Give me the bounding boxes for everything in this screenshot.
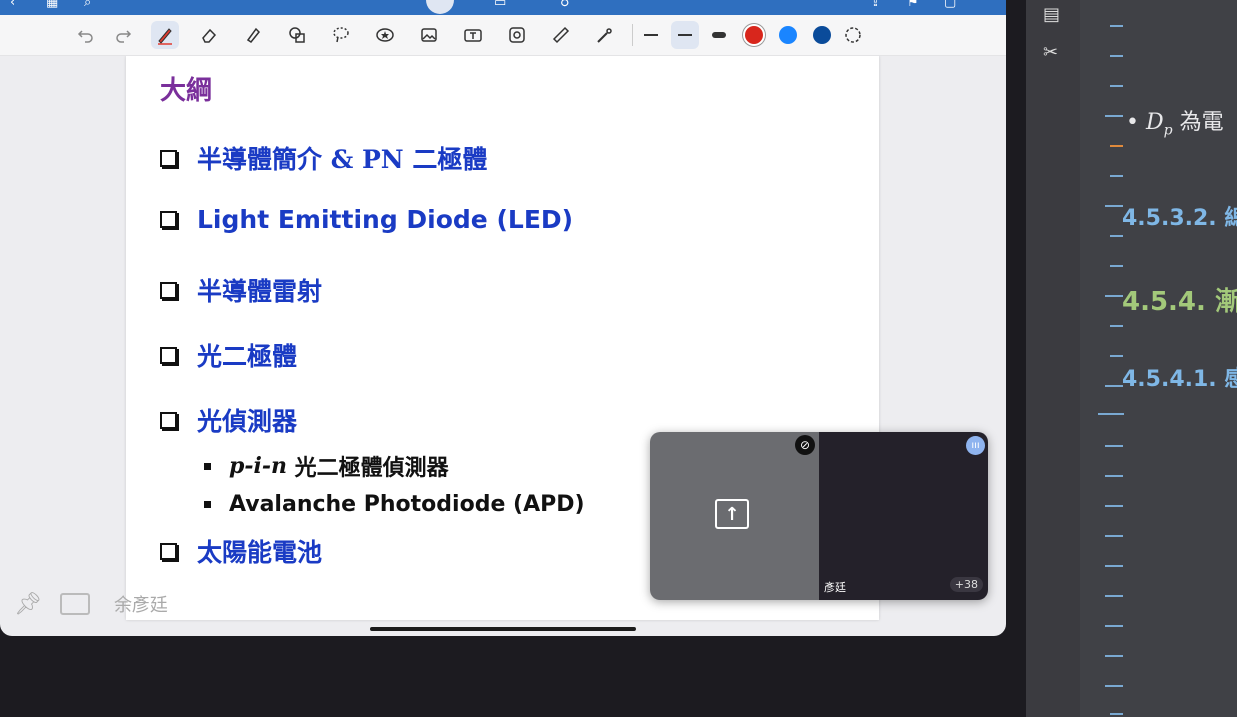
slide-title: 大綱 bbox=[160, 76, 213, 106]
export-icon[interactable]: ▢ bbox=[944, 0, 956, 10]
square-bullet-icon bbox=[204, 501, 211, 508]
undo-icon[interactable] bbox=[72, 21, 100, 49]
search-icon[interactable]: ⌕ bbox=[84, 0, 91, 10]
microphone-icon[interactable]: ♁ bbox=[560, 0, 570, 10]
math-variable: D bbox=[1145, 110, 1164, 135]
user-avatar-icon[interactable] bbox=[426, 0, 454, 14]
highlighter-icon[interactable] bbox=[239, 21, 267, 49]
eraser-icon[interactable] bbox=[195, 21, 223, 49]
checkbox-bullet-icon bbox=[160, 346, 177, 364]
outline-heading[interactable]: 4.5.3.2. 總 bbox=[1122, 200, 1237, 232]
redo-icon[interactable] bbox=[109, 21, 137, 49]
outline-heading[interactable]: 4.5.4.1. 感 bbox=[1122, 361, 1237, 393]
checkbox-bullet-icon bbox=[160, 542, 177, 560]
video-call-overlay[interactable]: ↑ ııı 彥廷 +38 ⊘ bbox=[650, 432, 988, 600]
textbox-icon[interactable] bbox=[459, 21, 487, 49]
stroke-medium-option[interactable] bbox=[671, 21, 699, 49]
audio-level-icon: ııı bbox=[966, 436, 985, 455]
screen-share-icon[interactable] bbox=[59, 593, 90, 615]
author-name: 余彥廷 bbox=[113, 595, 168, 616]
side-toolbar: ▤ ✂ bbox=[1026, 0, 1080, 717]
bullet-text: 半導體雷射 bbox=[197, 277, 323, 306]
ruler-icon[interactable] bbox=[547, 21, 575, 49]
slide-footer: 📌︎ 余彥廷 bbox=[14, 591, 168, 617]
scan-icon[interactable] bbox=[503, 21, 531, 49]
drawing-toolbar bbox=[0, 15, 1006, 56]
participant-tile[interactable]: ııı 彥廷 +38 bbox=[819, 432, 988, 600]
sub-bullet-italic: p-i-n bbox=[229, 453, 287, 479]
bullet-text: 太陽能電池 bbox=[197, 538, 323, 567]
share-screen-icon[interactable]: ↑ bbox=[715, 499, 749, 529]
color-swatch-red[interactable] bbox=[745, 26, 763, 44]
color-picker-icon[interactable] bbox=[839, 21, 867, 49]
document-icon[interactable]: ▭ bbox=[494, 0, 506, 10]
square-bullet-icon bbox=[204, 462, 211, 470]
pin-icon[interactable]: 📌︎ bbox=[14, 592, 42, 617]
sub-bullet-item: Avalanche Photodiode (APD) bbox=[204, 492, 585, 517]
outline-panel: • Dp 為電 4.5.3.2. 總 4.5.4. 漸 4.5.4.1. 感 bbox=[1080, 0, 1237, 717]
participant-name: 彥廷 bbox=[824, 581, 846, 594]
shapes-icon[interactable] bbox=[283, 21, 311, 49]
bullet-item: 光二極體 bbox=[160, 337, 297, 373]
laser-icon[interactable] bbox=[591, 21, 619, 49]
color-swatch-navy[interactable] bbox=[813, 26, 831, 44]
sub-bullet-item: p-i-n 光二極體偵測器 bbox=[204, 450, 449, 482]
color-swatch-blue[interactable] bbox=[779, 26, 797, 44]
toolbar-divider bbox=[632, 24, 633, 46]
pen-icon[interactable] bbox=[151, 21, 179, 49]
checkbox-bullet-icon bbox=[160, 149, 177, 167]
sub-bullet-text: Avalanche Photodiode (APD) bbox=[229, 492, 585, 517]
bookmark-icon[interactable]: ⚑ bbox=[907, 0, 919, 10]
participant-count-badge[interactable]: +38 bbox=[949, 577, 983, 592]
bullet-item: 光偵測器 bbox=[160, 402, 297, 438]
mic-muted-icon: ⊘ bbox=[795, 435, 815, 455]
sub-bullet-text: 光二極體偵測器 bbox=[287, 455, 449, 481]
bullet-item: 太陽能電池 bbox=[160, 533, 322, 569]
bullet-text: Light Emitting Diode (LED) bbox=[197, 205, 574, 234]
bullet-item: 半導體簡介 & PN 二極體 bbox=[160, 140, 487, 176]
outline-bullet-text: 為電 bbox=[1179, 110, 1224, 135]
grid-icon[interactable]: ▦ bbox=[46, 0, 58, 10]
bullet-dot-icon: • bbox=[1126, 110, 1139, 135]
add-tab-icon[interactable]: ▤ bbox=[1043, 4, 1060, 25]
bullet-item: 半導體雷射 bbox=[160, 272, 322, 308]
sticker-icon[interactable] bbox=[371, 21, 399, 49]
checkbox-bullet-icon bbox=[160, 211, 177, 228]
app-top-bar: ‹ ▦ ⌕ ▭ ♁ ⇪ ⚑ ▢ bbox=[0, 0, 1006, 15]
lasso-icon[interactable] bbox=[327, 21, 355, 49]
home-indicator[interactable] bbox=[370, 627, 636, 631]
math-subscript: p bbox=[1163, 122, 1173, 139]
bullet-text: 半導體簡介 & PN 二極體 bbox=[197, 145, 488, 174]
image-icon[interactable] bbox=[415, 21, 443, 49]
share-icon[interactable]: ⇪ bbox=[870, 0, 881, 10]
stroke-thin-option[interactable] bbox=[637, 21, 665, 49]
checkbox-bullet-icon bbox=[160, 281, 177, 299]
back-icon[interactable]: ‹ bbox=[10, 0, 15, 10]
tools-icon[interactable]: ✂ bbox=[1043, 42, 1058, 63]
checkbox-bullet-icon bbox=[160, 411, 177, 429]
outline-heading[interactable]: 4.5.4. 漸 bbox=[1122, 281, 1237, 318]
bullet-item: Light Emitting Diode (LED) bbox=[160, 205, 573, 234]
outline-bullet-line[interactable]: • Dp 為電 bbox=[1126, 104, 1224, 138]
bullet-text: 光偵測器 bbox=[197, 407, 298, 436]
screen-share-tile[interactable]: ↑ bbox=[650, 432, 819, 600]
bullet-text: 光二極體 bbox=[197, 342, 298, 371]
stroke-thick-option[interactable] bbox=[705, 21, 733, 49]
